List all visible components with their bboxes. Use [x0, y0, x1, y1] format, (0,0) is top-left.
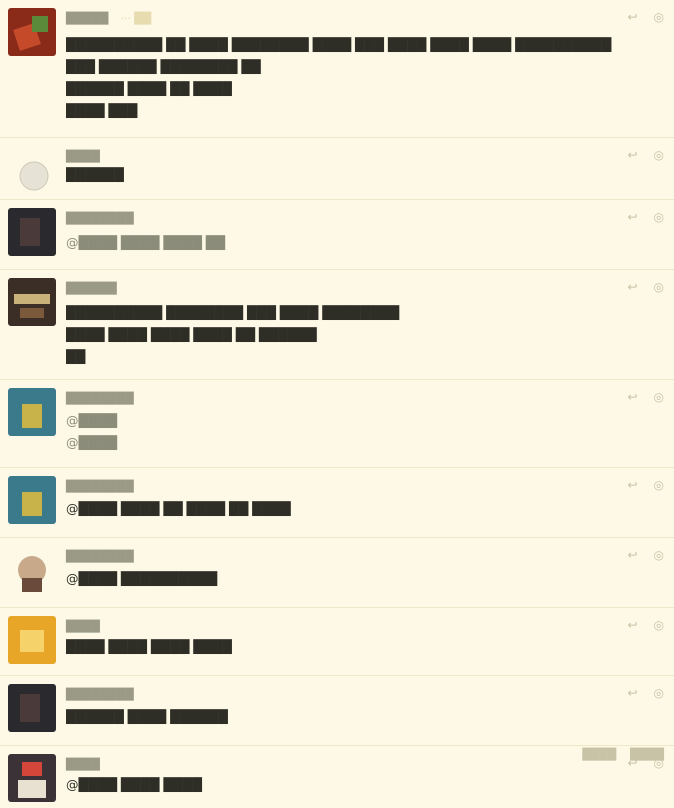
post-author[interactable]: █████ — [66, 12, 108, 25]
post-body: @████ ██████████ — [66, 568, 660, 590]
reply-icon[interactable]: ↩ — [627, 390, 637, 404]
post-body: ██████████ ██ ████ ████████ ████ ███ ███… — [66, 34, 660, 122]
post: ████████ ↩ ◎ @████ ██████████ — [0, 538, 674, 608]
avatar[interactable] — [8, 684, 56, 732]
post-line: ██████████ ████████ ███ ████ ████████ — [66, 305, 400, 320]
reply-icon[interactable]: ↩ — [627, 10, 637, 24]
post-body: @████ ████ ████ ██ — [66, 232, 660, 254]
post-line: ████ ████ ████ ████ ██ ██████ — [66, 327, 317, 342]
post-author[interactable]: ████████ — [66, 480, 134, 493]
avatar[interactable] — [8, 546, 56, 594]
avatar[interactable] — [8, 616, 56, 664]
more-icon[interactable]: ◎ — [654, 618, 664, 632]
post-line: ██ — [66, 349, 86, 364]
reply-icon[interactable]: ↩ — [627, 478, 637, 492]
post: ██████ ↩ ◎ ██████████ ████████ ███ ████ █… — [0, 270, 674, 380]
post-body: @████ ████ ████ — [66, 774, 660, 796]
post-line: ████ ████ ████ ████ — [66, 639, 232, 654]
post: ████████ ↩ ◎ @████ ████ ████ ██ — [0, 200, 674, 270]
post-body: ████ ████ ████ ████ — [66, 636, 660, 658]
post-author[interactable]: ████████ — [66, 550, 134, 563]
post: █████ ··· ██ ↩ ◎ ██████████ ██ ████ ██████… — [0, 0, 674, 138]
reply-icon[interactable]: ↩ — [627, 548, 637, 562]
post-line: @████ ████ ██ ████ ██ ████ — [66, 501, 291, 516]
more-icon[interactable]: ◎ — [654, 280, 664, 294]
avatar[interactable] — [8, 388, 56, 436]
more-icon[interactable]: ◎ — [654, 148, 664, 162]
post-line: ████ ███ — [66, 103, 138, 118]
post-body: @████ @████ — [66, 410, 660, 454]
avatar[interactable] — [8, 208, 56, 256]
avatar[interactable] — [8, 754, 56, 802]
reply-icon[interactable]: ↩ — [627, 280, 637, 294]
feed: █████ ··· ██ ↩ ◎ ██████████ ██ ████ ██████… — [0, 0, 674, 808]
avatar[interactable] — [8, 146, 56, 194]
post-line: ██████ ████ ██████ — [66, 709, 228, 724]
post-body: ██████████ ████████ ███ ████ ████████ ██… — [66, 302, 660, 368]
post-author[interactable]: ████████ — [66, 392, 134, 405]
post: ████████ ↩ ◎ ██████ ████ ██████ — [0, 676, 674, 746]
post-author[interactable]: ████ — [66, 150, 100, 163]
post-author[interactable]: ████ — [66, 620, 100, 633]
post-body: ██████ ████ ██████ — [66, 706, 660, 728]
avatar[interactable] — [8, 278, 56, 326]
post-line: ██████ ████ ██ ████ — [66, 81, 232, 96]
post-author[interactable]: ████ — [66, 758, 100, 771]
reply-icon[interactable]: ↩ — [627, 756, 637, 770]
post-line: @████ ██████████ — [66, 571, 218, 586]
post-line: @████ ████ ████ ██ — [66, 235, 226, 250]
post-line: @████ — [66, 435, 117, 450]
post-line: ███ ██████ ████████ ██ — [66, 59, 261, 74]
reply-icon[interactable]: ↩ — [627, 686, 637, 700]
post-line: @████ ████ ████ — [66, 777, 202, 792]
avatar[interactable] — [8, 8, 56, 56]
post: ████ ↩ ◎ ████ ████ ████ ████ — [0, 608, 674, 676]
more-icon[interactable]: ◎ — [654, 10, 664, 24]
post: ████████ ↩ ◎ @████ ████ ██ ████ ██ ████ — [0, 468, 674, 538]
reply-icon[interactable]: ↩ — [627, 618, 637, 632]
reply-icon[interactable]: ↩ — [627, 210, 637, 224]
avatar[interactable] — [8, 476, 56, 524]
more-icon[interactable]: ◎ — [654, 756, 664, 770]
reply-icon[interactable]: ↩ — [627, 148, 637, 162]
post-body: ██████ — [66, 164, 660, 186]
post-line: ██████ — [66, 167, 124, 182]
post-author[interactable]: ████████ — [66, 688, 134, 701]
post-author[interactable]: ████████ — [66, 212, 134, 225]
post-author[interactable]: ██████ — [66, 282, 117, 295]
post-extra-label[interactable]: ████ — [582, 748, 616, 761]
more-icon[interactable]: ◎ — [654, 210, 664, 224]
more-icon[interactable]: ◎ — [654, 478, 664, 492]
more-icon[interactable]: ◎ — [654, 548, 664, 562]
post: ████ ↩ ◎ ██████ — [0, 138, 674, 200]
post: ████████ ↩ ◎ @████ @████ — [0, 380, 674, 468]
post-line: ██████████ ██ ████ ████████ ████ ███ ███… — [66, 37, 612, 52]
post-line: @████ — [66, 413, 117, 428]
post-time: ··· ██ — [120, 12, 152, 25]
post-body: @████ ████ ██ ████ ██ ████ — [66, 498, 660, 520]
post: ████ ████ ████ ↩ ◎ @████ ████ ████ — [0, 746, 674, 808]
more-icon[interactable]: ◎ — [654, 390, 664, 404]
more-icon[interactable]: ◎ — [654, 686, 664, 700]
